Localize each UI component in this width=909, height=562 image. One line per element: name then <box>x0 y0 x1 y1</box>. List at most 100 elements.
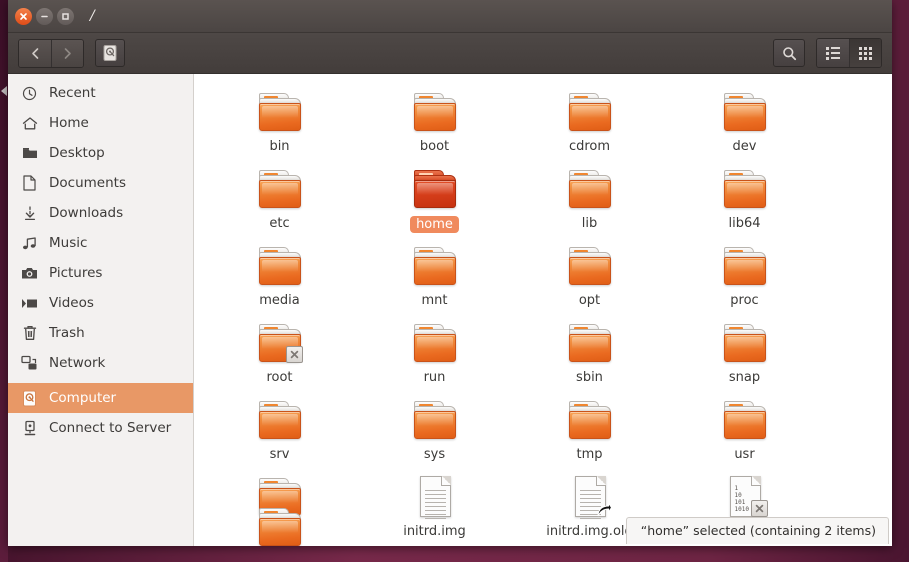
file-item-label: home <box>410 216 459 233</box>
file-item[interactable]: root <box>202 315 357 392</box>
sidebar-collapse-handle[interactable] <box>1 86 7 96</box>
sidebar-item-label: Documents <box>49 175 126 191</box>
music-note-icon <box>21 235 38 252</box>
file-item-label: snap <box>728 370 761 385</box>
sidebar-item-home[interactable]: Home <box>8 108 193 138</box>
folder-icon <box>566 165 614 213</box>
sidebar-item-label: Network <box>49 355 106 371</box>
path-bar-computer-button[interactable] <box>95 39 125 67</box>
file-item[interactable]: srv <box>202 392 357 469</box>
window-body: Recent Home Desktop Documents Downloads … <box>8 74 892 546</box>
video-icon <box>21 295 38 312</box>
maximize-icon[interactable] <box>57 7 74 25</box>
sidebar-item-videos[interactable]: Videos <box>8 288 193 318</box>
sidebar-item-label: Home <box>49 115 89 131</box>
sidebar-item-desktop[interactable]: Desktop <box>8 138 193 168</box>
file-item-label: proc <box>730 293 759 308</box>
close-icon[interactable] <box>15 7 32 25</box>
file-item[interactable]: mnt <box>357 238 512 315</box>
network-icon <box>21 355 38 372</box>
view-toggle-group <box>816 38 882 68</box>
file-list-view[interactable]: bin boot cdrom dev etc home lib lib64 media mnt op… <box>194 74 892 546</box>
file-item[interactable]: lib64 <box>667 161 822 238</box>
sidebar-item-label: Trash <box>49 325 85 341</box>
file-item[interactable]: lib <box>512 161 667 238</box>
sidebar-item-recent[interactable]: Recent <box>8 78 193 108</box>
file-item[interactable]: etc <box>202 161 357 238</box>
file-item[interactable]: snap <box>667 315 822 392</box>
sidebar-item-trash[interactable]: Trash <box>8 318 193 348</box>
file-item-label: usr <box>734 447 755 462</box>
folder-icon <box>566 88 614 136</box>
sidebar-item-label: Computer <box>49 390 117 406</box>
file-item[interactable]: media <box>202 238 357 315</box>
forward-button[interactable] <box>51 39 83 67</box>
search-button[interactable] <box>773 39 805 67</box>
file-item-label: dev <box>732 139 757 154</box>
sidebar-item-computer[interactable]: Computer <box>8 383 193 413</box>
sidebar-item-music[interactable]: Music <box>8 228 193 258</box>
file-item[interactable]: sbin <box>512 315 667 392</box>
sidebar-item-downloads[interactable]: Downloads <box>8 198 193 228</box>
folder-icon-selected <box>411 165 459 213</box>
file-item[interactable] <box>202 499 357 546</box>
status-overlay: “home” selected (containing 2 items) <box>625 517 889 544</box>
file-item-label: cdrom <box>568 139 611 154</box>
file-item[interactable]: home <box>357 161 512 238</box>
grid-view-icon <box>859 46 872 60</box>
file-item-label: opt <box>578 293 601 308</box>
file-item-label: srv <box>269 447 290 462</box>
sidebar-item-label: Videos <box>49 295 94 311</box>
no-access-badge-icon <box>285 346 303 363</box>
minimize-icon[interactable] <box>36 7 53 25</box>
window-title: / <box>90 8 95 24</box>
grid-view-button[interactable] <box>849 39 881 67</box>
home-icon <box>21 115 38 132</box>
file-item[interactable]: sys <box>357 392 512 469</box>
sidebar-item-label: Downloads <box>49 205 124 221</box>
back-button[interactable] <box>19 39 51 67</box>
trash-icon <box>21 325 38 342</box>
file-item[interactable]: usr <box>667 392 822 469</box>
icon-grid: bin boot cdrom dev etc home lib lib64 media mnt op… <box>194 74 892 546</box>
folder-icon <box>411 396 459 444</box>
chevron-left-icon <box>31 47 38 59</box>
file-item-label: etc <box>269 216 290 231</box>
file-item[interactable]: tmp <box>512 392 667 469</box>
document-icon <box>21 175 38 192</box>
file-item[interactable]: cdrom <box>512 84 667 161</box>
search-icon <box>782 46 796 60</box>
file-item[interactable]: dev <box>667 84 822 161</box>
sidebar-item-pictures[interactable]: Pictures <box>8 258 193 288</box>
file-item-label: lib <box>581 216 598 231</box>
sidebar-item-label: Recent <box>49 85 96 101</box>
sidebar-item-network[interactable]: Network <box>8 348 193 378</box>
folder-icon <box>721 319 769 367</box>
file-item[interactable]: boot <box>357 84 512 161</box>
file-item[interactable]: opt <box>512 238 667 315</box>
file-item[interactable]: run <box>357 315 512 392</box>
list-view-button[interactable] <box>817 39 849 67</box>
file-item-label: boot <box>419 139 450 154</box>
folder-icon <box>721 165 769 213</box>
folder-icon <box>256 503 304 546</box>
desktop-background: / Recent Home Desktop Documents Download… <box>0 0 909 562</box>
sidebar-item-connect-to-server[interactable]: Connect to Server <box>8 413 193 443</box>
file-item-label: lib64 <box>728 216 761 231</box>
file-item-label: mnt <box>421 293 448 308</box>
file-item-label: bin <box>269 139 290 154</box>
folder-icon <box>721 88 769 136</box>
folder-icon <box>566 319 614 367</box>
folder-icon <box>411 319 459 367</box>
folder-icon <box>721 242 769 290</box>
folder-icon <box>566 242 614 290</box>
file-item-label: tmp <box>576 447 603 462</box>
file-item[interactable]: bin <box>202 84 357 161</box>
sidebar-item-documents[interactable]: Documents <box>8 168 193 198</box>
file-item-label: sbin <box>576 370 603 385</box>
folder-icon <box>256 88 304 136</box>
sidebar-item-label: Pictures <box>49 265 103 281</box>
file-item[interactable]: proc <box>667 238 822 315</box>
desktop-folder-icon <box>21 145 38 162</box>
file-manager-window: / Recent Home Desktop Documents Download… <box>8 0 892 546</box>
